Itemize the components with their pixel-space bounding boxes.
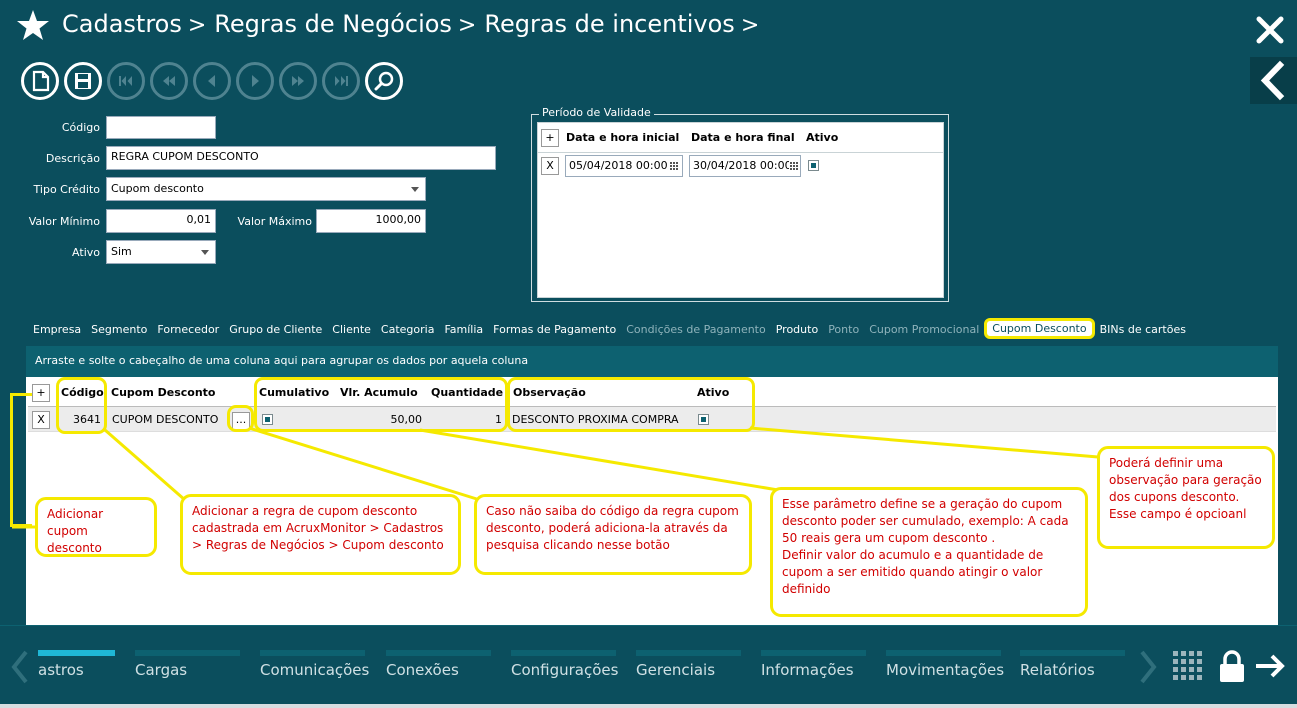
note-accumulation: Esse parâmetro define se a geração do cu…: [770, 487, 1088, 617]
nav-indicator: [886, 650, 1001, 656]
nav-indicator: [761, 650, 866, 656]
note-add-coupon: Adicionar cupom desconto: [35, 497, 157, 557]
chevron-left-icon[interactable]: [8, 648, 30, 686]
nav-item-comunicacoes[interactable]: Comunicações: [260, 661, 369, 679]
nav-indicator: [386, 650, 491, 656]
nav-item-relatorios[interactable]: Relatórios: [1020, 661, 1095, 679]
chevron-right-icon[interactable]: [1138, 648, 1160, 686]
nav-item-gerenciais[interactable]: Gerenciais: [636, 661, 715, 679]
window-bottom-edge: [0, 704, 1297, 708]
logout-arrow-icon[interactable]: [1254, 652, 1288, 680]
nav-item-conexoes[interactable]: Conexões: [386, 661, 459, 679]
nav-item-cadastros[interactable]: astros: [38, 661, 84, 679]
nav-indicator: [260, 650, 365, 656]
apps-grid-icon[interactable]: [1173, 651, 1203, 681]
nav-item-cargas[interactable]: Cargas: [135, 661, 187, 679]
nav-item-configuracoes[interactable]: Configurações: [511, 661, 618, 679]
nav-item-informacoes[interactable]: Informações: [761, 661, 854, 679]
nav-indicator: [1020, 650, 1125, 656]
nav-item-movimentacoes[interactable]: Movimentações: [886, 661, 1004, 679]
nav-indicator: [511, 650, 616, 656]
nav-indicator: [135, 650, 240, 656]
nav-indicator: [38, 650, 115, 656]
lock-icon[interactable]: [1218, 649, 1246, 683]
note-coupon-rule: Adicionar a regra de cupom desconto cada…: [180, 494, 461, 575]
note-observation: Poderá definir uma observação para geraç…: [1097, 446, 1275, 549]
annotation-connectors: [12, 426, 1111, 529]
note-search: Caso não saiba do código da regra cupom …: [474, 494, 752, 575]
nav-indicator: [636, 650, 741, 656]
